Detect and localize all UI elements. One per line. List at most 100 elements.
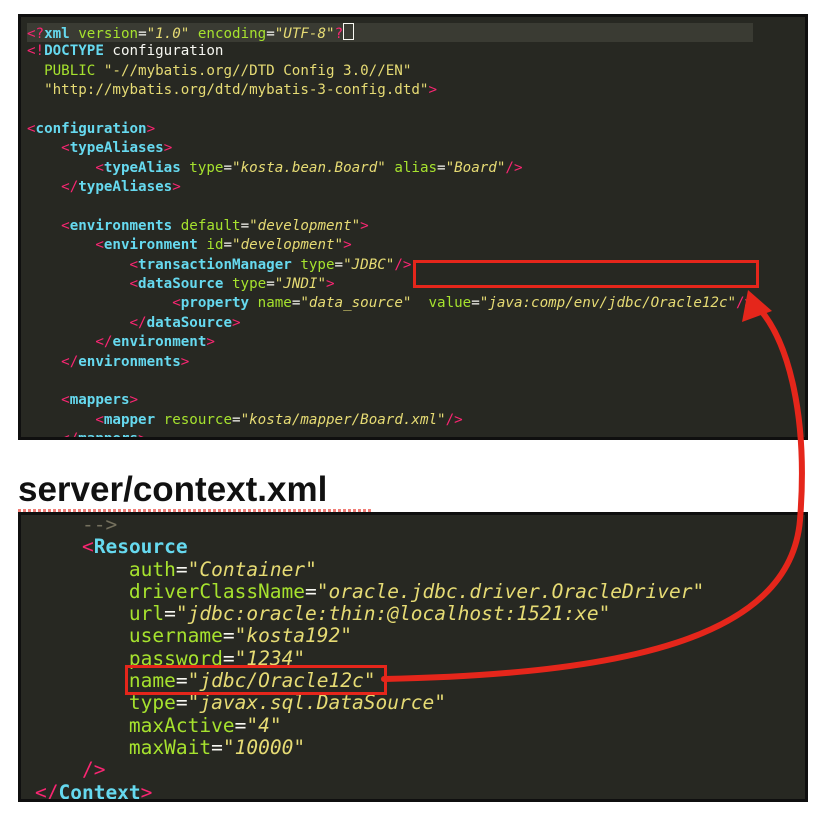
bottom-token: [35, 558, 129, 581]
value-highlight-box: [413, 260, 759, 288]
top-token: xml: [44, 26, 70, 42]
top-token: JNDI: [283, 276, 318, 293]
top-token: configuration: [103, 43, 224, 60]
top-token: default: [172, 217, 241, 234]
bottom-token: [35, 624, 129, 647]
context-xml-editor[interactable]: --> <Resource auth="Container" driverCla…: [18, 512, 808, 802]
top-token: =: [437, 159, 446, 176]
top-token: />: [736, 295, 754, 312]
top-token: />: [505, 159, 523, 176]
top-token: development: [240, 237, 335, 254]
top-token: typeAliases: [69, 140, 164, 157]
top-line: [27, 372, 753, 391]
top-token: ": [377, 159, 386, 176]
top-token: JDBC: [351, 256, 386, 273]
top-token: <: [61, 392, 70, 409]
top-token: >: [232, 314, 241, 331]
bottom-line: <Resource: [35, 536, 704, 558]
mybatis-config-editor[interactable]: <?xml version="1.0" encoding="UTF-8"? <!D…: [18, 14, 808, 440]
top-token: ": [274, 26, 284, 42]
top-token: <: [27, 120, 36, 137]
top-token: [27, 334, 95, 350]
bottom-token: ": [316, 579, 329, 603]
top-token: <: [61, 217, 70, 234]
bottom-token: <: [81, 535, 94, 559]
top-token: ": [351, 217, 361, 234]
bottom-token: [35, 647, 129, 670]
bottom-line: auth="Container": [35, 557, 704, 581]
mybatis-config-code[interactable]: <?xml version="1.0" encoding="UTF-8"? <!D…: [27, 23, 754, 440]
top-token: type: [180, 159, 224, 176]
top-token: [27, 237, 95, 253]
bottom-token: 4: [258, 713, 270, 737]
top-token: ": [317, 276, 326, 293]
top-token: mapper: [103, 411, 156, 428]
bottom-token: maxActive: [128, 713, 235, 737]
top-token: ": [274, 276, 284, 293]
top-token: </: [61, 353, 79, 370]
bottom-token: ": [269, 713, 282, 737]
top-line: <environments default="development">: [27, 217, 753, 236]
name-highlight-box: [125, 665, 387, 695]
top-line: </mappers>: [27, 430, 753, 440]
top-line: PUBLIC "-//mybatis.org//DTD Config 3.0//…: [27, 62, 753, 81]
top-token: [27, 315, 130, 331]
top-token: [27, 179, 61, 195]
top-token: <: [95, 411, 104, 428]
top-token: alias: [385, 159, 438, 176]
cursor-caret: [343, 23, 355, 40]
bottom-line: maxWait="10000": [35, 735, 704, 759]
top-token: =: [138, 26, 147, 42]
top-token: development: [257, 217, 352, 234]
top-token: ": [146, 26, 156, 42]
bottom-token: Container: [199, 557, 306, 581]
top-token: =: [240, 217, 250, 234]
bottom-token: =: [305, 579, 317, 603]
bottom-token: ": [692, 579, 705, 603]
top-token: "-//mybatis.org//DTD Config 3.0//EN": [103, 62, 412, 79]
top-token: ": [326, 26, 335, 42]
top-line: [27, 101, 753, 120]
top-token: environment: [112, 334, 207, 351]
top-token: ": [232, 159, 241, 176]
top-token: />: [394, 256, 412, 273]
top-token: [27, 431, 61, 437]
top-token: id: [197, 237, 224, 254]
top-token: </: [61, 431, 79, 440]
top-token: [27, 354, 61, 370]
bottom-token: 10000: [234, 735, 294, 759]
top-token: [27, 82, 44, 98]
top-line: <mappers>: [27, 391, 753, 410]
top-token: transactionManager: [138, 256, 292, 273]
context-xml-code[interactable]: --> <Resource auth="Container" driverCla…: [35, 515, 705, 799]
bottom-line: maxActive="4": [35, 713, 704, 737]
top-line: </dataSource>: [27, 314, 753, 333]
bottom-token: =: [211, 735, 223, 759]
top-token: mappers: [69, 392, 130, 409]
top-token: environments: [69, 217, 173, 234]
bottom-token: ": [222, 735, 235, 759]
bottom-token: ": [246, 713, 259, 737]
top-token: <: [129, 276, 139, 293]
top-token: [27, 140, 61, 156]
top-token: =: [223, 237, 233, 254]
top-token: <?: [27, 26, 45, 42]
top-token: =: [232, 411, 241, 428]
top-line: <property name="data_source" value="java…: [27, 294, 753, 313]
top-line: </environments>: [27, 353, 753, 372]
bottom-line: url="jdbc:oracle:thin:@localhost:1521:xe…: [35, 603, 704, 625]
bottom-token: oracle.jdbc.driver.OracleDriver: [328, 579, 693, 603]
top-token: =: [266, 26, 275, 42]
bottom-token: =: [234, 713, 247, 737]
top-token: typeAliases: [78, 179, 173, 196]
bottom-token: =: [175, 557, 188, 581]
top-token: mappers: [78, 431, 139, 440]
top-token: property: [180, 295, 250, 312]
top-token: data_source: [308, 295, 403, 312]
top-token: ": [300, 295, 309, 312]
top-token: [27, 63, 44, 79]
top-token: >: [163, 140, 173, 157]
top-token: >: [428, 82, 438, 99]
bottom-token: ": [175, 602, 188, 626]
bottom-token: driverClassName: [128, 579, 306, 603]
